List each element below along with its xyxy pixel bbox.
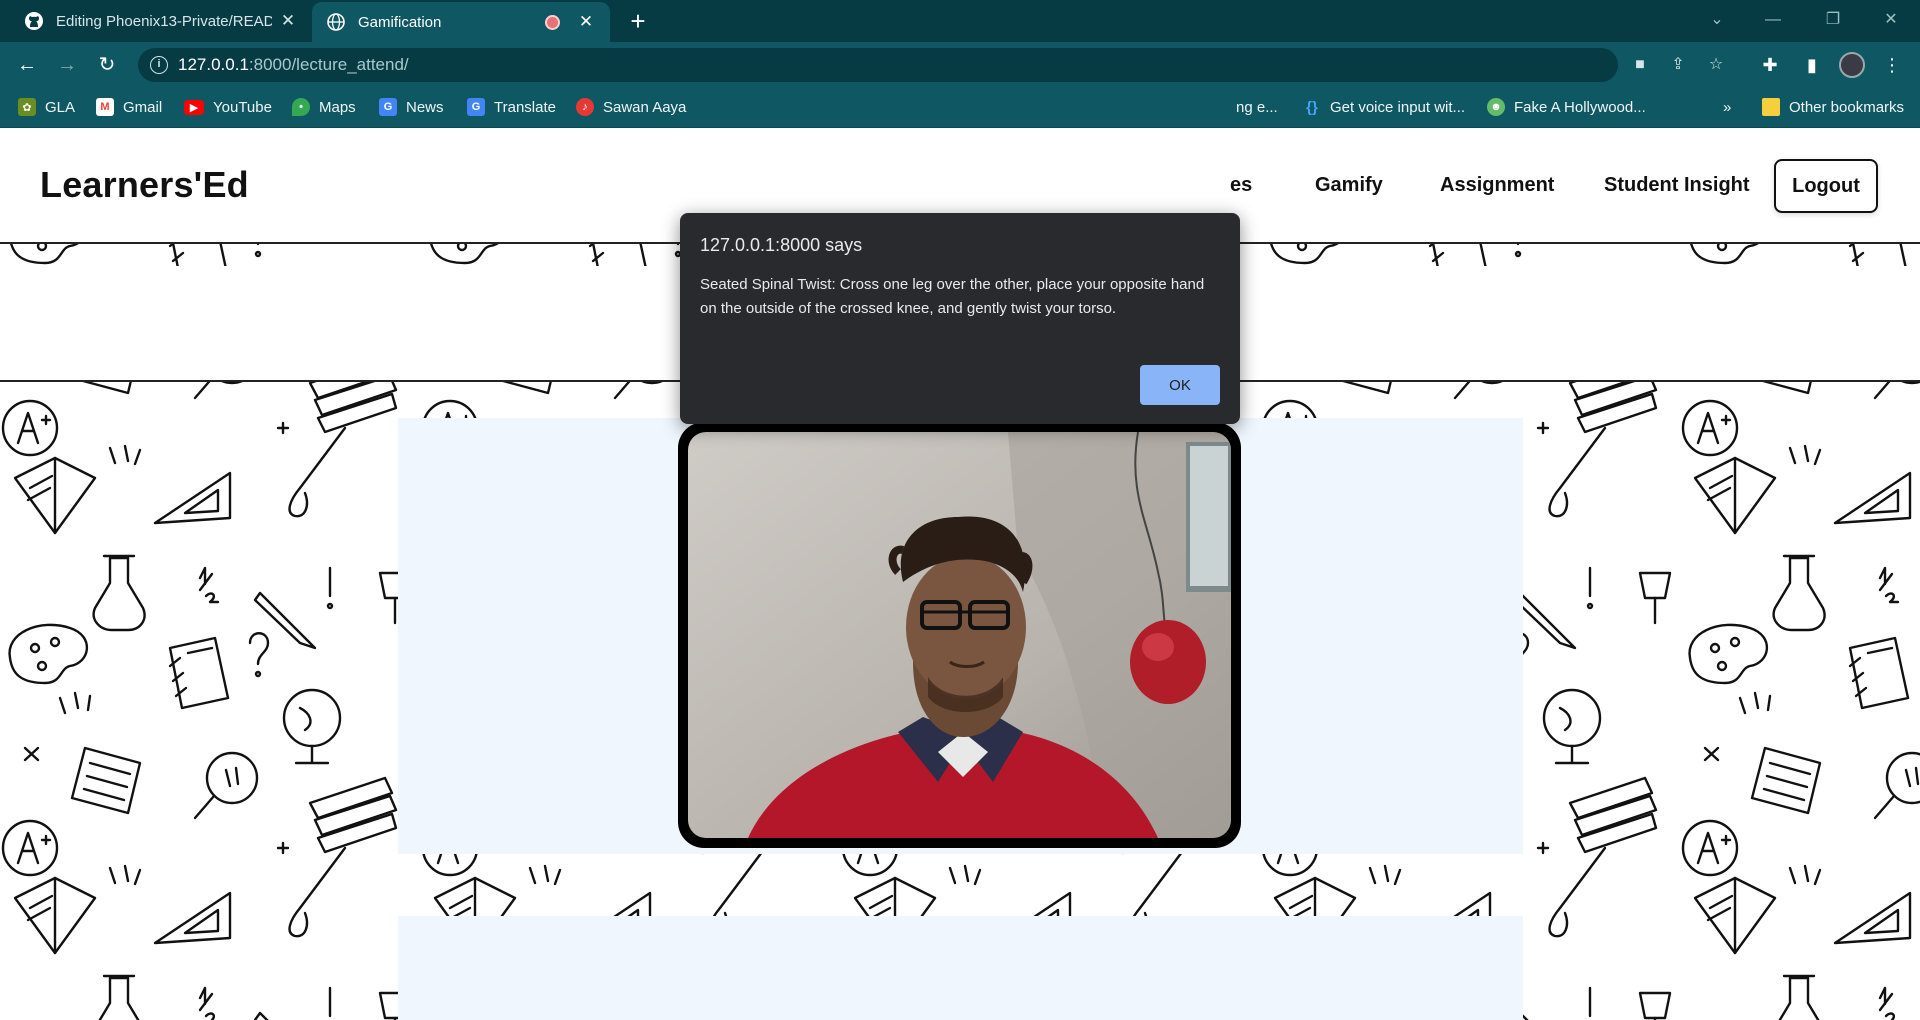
other-bookmarks[interactable]: Other bookmarks bbox=[1762, 88, 1904, 126]
bookmarks-overflow-chevron-icon[interactable]: » bbox=[1723, 88, 1731, 126]
tab-strip: Editing Phoenix13-Private/READI ✕ Gamifi… bbox=[0, 0, 1920, 42]
bookmark-fake-hollywood[interactable]: ☻ Fake A Hollywood... bbox=[1487, 88, 1646, 126]
webcam-feed-frame bbox=[678, 422, 1241, 848]
nav-link-assignment[interactable]: Assignment bbox=[1440, 174, 1554, 197]
restore-icon[interactable]: ❐ bbox=[1810, 0, 1856, 40]
ok-button[interactable]: OK bbox=[1140, 365, 1220, 405]
camera-in-use-icon[interactable]: ■ bbox=[1628, 53, 1652, 77]
url-text[interactable]: 127.0.0.1:8000/lecture_attend/ bbox=[178, 55, 409, 75]
youtube-icon: ▶ bbox=[184, 99, 204, 115]
bookmark-maps[interactable]: • Maps bbox=[292, 88, 356, 126]
github-icon bbox=[24, 11, 44, 31]
bookmark-sawan-aaya[interactable]: ♪ Sawan Aaya bbox=[576, 88, 686, 126]
extensions-puzzle-icon[interactable]: ✚ bbox=[1755, 50, 1785, 80]
recording-indicator-icon bbox=[545, 14, 560, 30]
tab-title: Editing Phoenix13-Private/READI bbox=[56, 12, 272, 30]
tab-search-chevron-icon[interactable]: ⌄ bbox=[1694, 0, 1740, 40]
webcam-person-image bbox=[688, 432, 1231, 838]
logout-button[interactable]: Logout bbox=[1774, 159, 1878, 213]
gmail-icon: M bbox=[96, 98, 114, 116]
minimize-icon[interactable]: — bbox=[1750, 0, 1796, 40]
close-window-icon[interactable]: ✕ bbox=[1868, 0, 1914, 40]
nav-link-gamify[interactable]: Gamify bbox=[1315, 174, 1383, 197]
music-icon: ♪ bbox=[576, 98, 594, 116]
share-icon[interactable]: ⇪ bbox=[1666, 53, 1690, 77]
side-panel-icon[interactable]: ▮ bbox=[1797, 50, 1827, 80]
code-braces-icon: {} bbox=[1306, 98, 1318, 116]
site-info-icon[interactable]: i bbox=[150, 56, 168, 74]
dialog-title: 127.0.0.1:8000 says bbox=[700, 235, 863, 255]
close-tab-icon[interactable]: ✕ bbox=[278, 11, 298, 31]
address-bar[interactable]: i 127.0.0.1:8000/lecture_attend/ ■ ⇪ ☆ bbox=[138, 48, 1723, 82]
back-arrow-icon[interactable]: ← bbox=[11, 49, 43, 81]
dialog-message: Seated Spinal Twist: Cross one leg over … bbox=[700, 276, 1205, 317]
bookmark-voice-input[interactable]: {} Get voice input wit... bbox=[1303, 88, 1465, 126]
bookmark-translate[interactable]: G Translate bbox=[467, 88, 556, 126]
globe-icon bbox=[326, 12, 346, 32]
bookmark-gla[interactable]: ✿ GLA bbox=[18, 88, 75, 126]
webcam-video[interactable] bbox=[688, 432, 1231, 838]
bookmark-partial[interactable]: ng e... bbox=[1236, 88, 1278, 126]
lower-panel bbox=[398, 916, 1523, 1020]
profile-avatar[interactable] bbox=[1839, 52, 1865, 78]
bookmark-youtube[interactable]: ▶ YouTube bbox=[184, 88, 272, 126]
forward-arrow-icon[interactable]: → bbox=[51, 49, 83, 81]
nav-link-partial[interactable]: es bbox=[1230, 174, 1252, 197]
folder-icon bbox=[1762, 98, 1780, 116]
tab-title: Gamification bbox=[358, 13, 442, 31]
alert-dialog: 127.0.0.1:8000 says Seated Spinal Twist:… bbox=[680, 213, 1240, 424]
translate-icon: G bbox=[467, 98, 485, 116]
tab-gamification[interactable]: Gamification ✕ bbox=[312, 2, 610, 42]
gla-icon: ✿ bbox=[18, 98, 36, 116]
chrome-menu-icon[interactable]: ⋮ bbox=[1877, 50, 1907, 80]
bookmark-news[interactable]: G News bbox=[379, 88, 444, 126]
brand-logo[interactable]: Learners'Ed bbox=[40, 164, 249, 206]
bookmarks-bar: ✿ GLA M Gmail ▶ YouTube • Maps G News G Transl… bbox=[0, 88, 1920, 128]
new-tab-plus-icon[interactable]: + bbox=[622, 5, 654, 37]
maps-pin-icon: • bbox=[292, 98, 310, 116]
browser-toolbar: ← → ↻ i 127.0.0.1:8000/lecture_attend/ ■… bbox=[0, 42, 1920, 88]
news-icon: G bbox=[379, 98, 397, 116]
hollywood-icon: ☻ bbox=[1487, 98, 1505, 116]
nav-link-student-insight[interactable]: Student Insight bbox=[1604, 174, 1750, 197]
tab-github[interactable]: Editing Phoenix13-Private/READI ✕ bbox=[10, 0, 312, 42]
bookmark-star-icon[interactable]: ☆ bbox=[1704, 53, 1728, 77]
reload-icon[interactable]: ↻ bbox=[91, 49, 123, 81]
close-tab-icon[interactable]: ✕ bbox=[576, 12, 596, 32]
bookmark-gmail[interactable]: M Gmail bbox=[96, 88, 162, 126]
website-viewport: Learners'Ed es Gamify Assignment Student… bbox=[0, 128, 1920, 1020]
